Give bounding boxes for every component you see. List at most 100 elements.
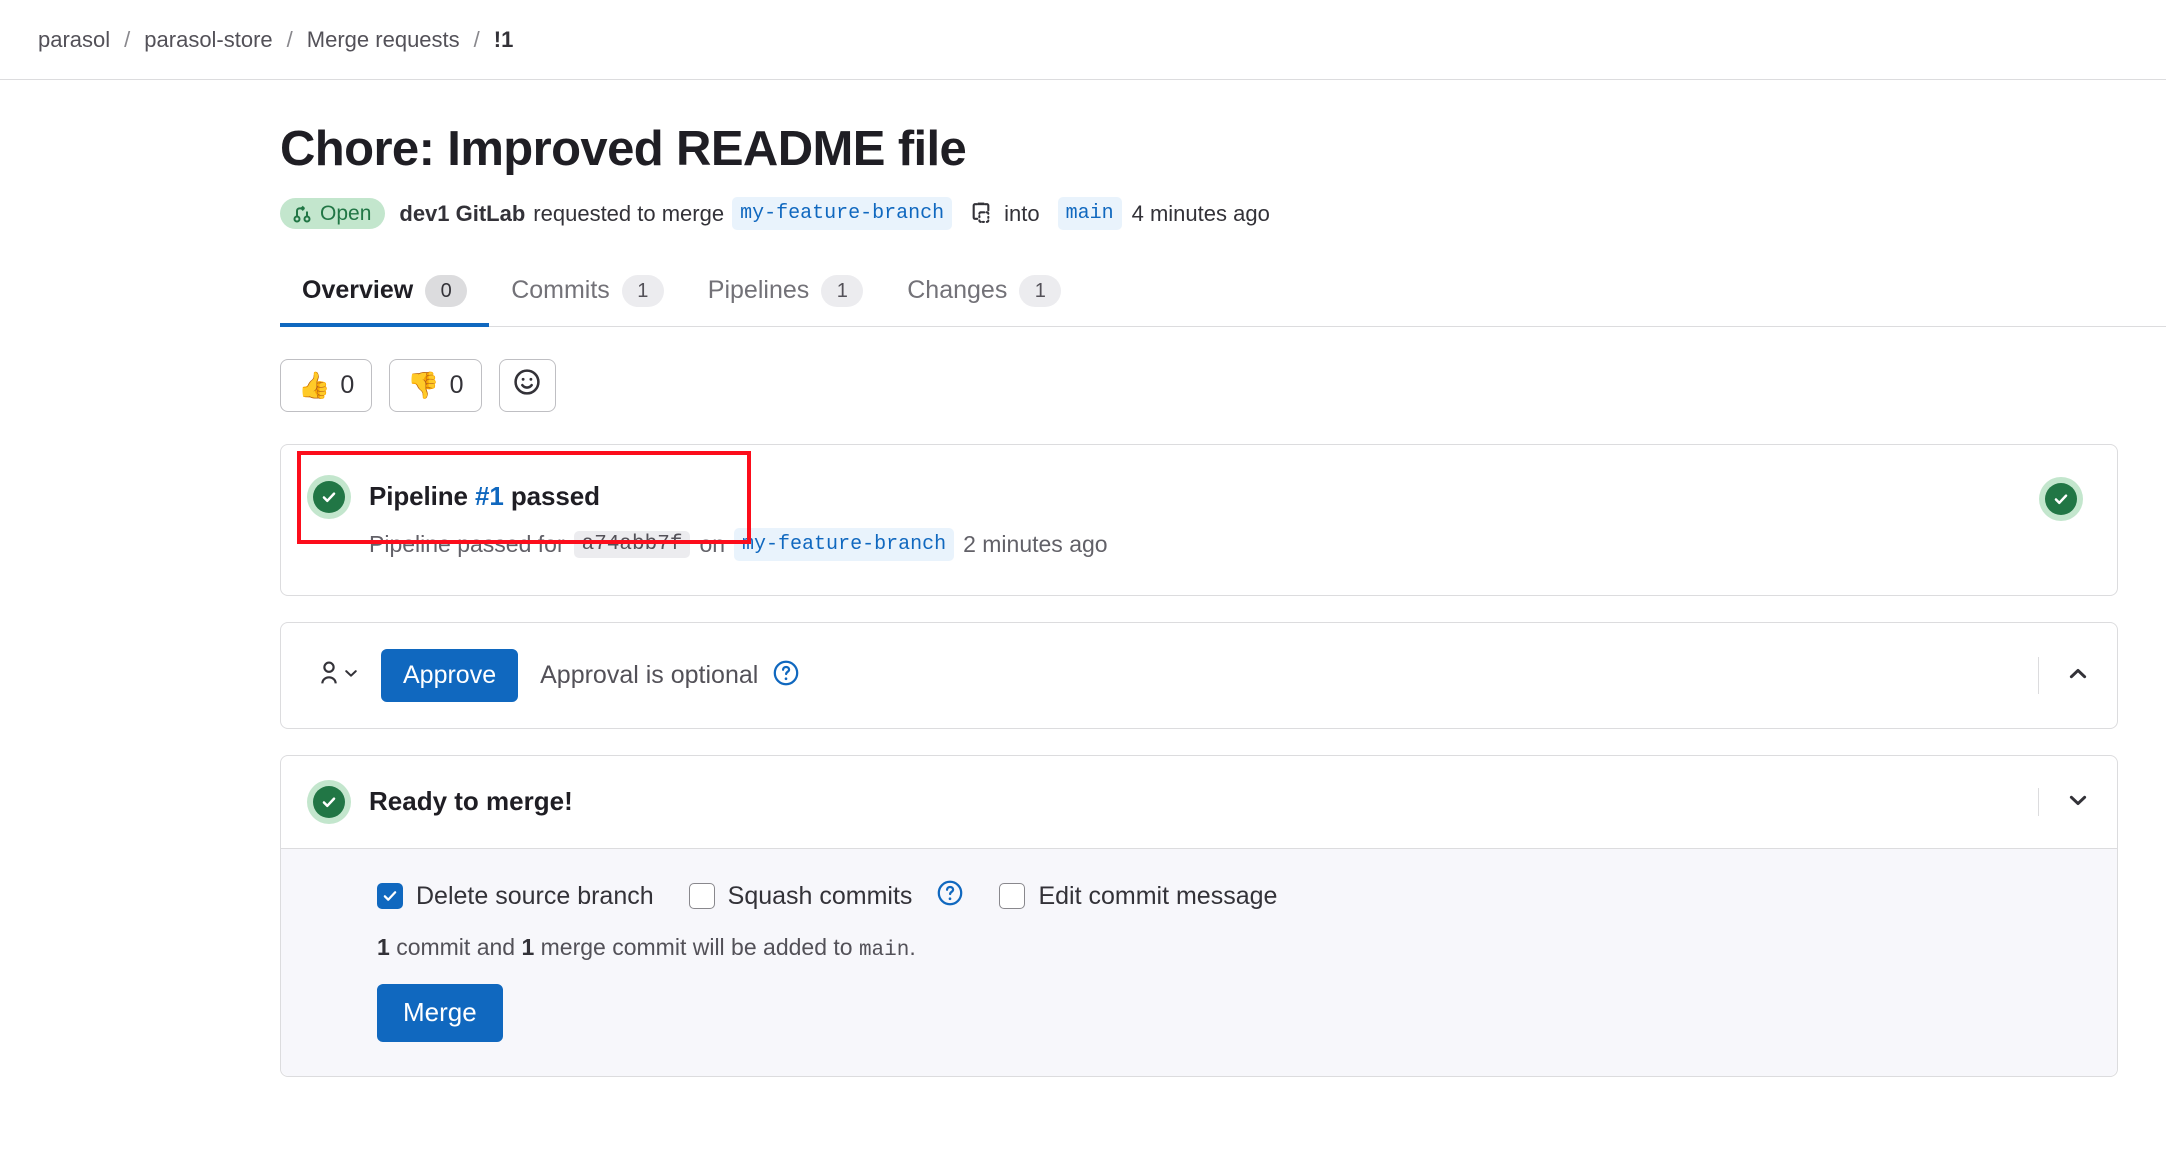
checkbox-box xyxy=(377,883,403,910)
pipeline-title-prefix: Pipeline xyxy=(369,481,468,512)
add-reaction-button[interactable] xyxy=(498,358,556,412)
chevron-down-icon xyxy=(2066,788,2090,815)
commit-note-text-2: merge commit will be added to xyxy=(540,933,853,960)
tab-count-badge: 0 xyxy=(425,274,468,307)
thumbs-down-icon: 👎 xyxy=(407,370,440,401)
pipeline-number-link[interactable]: #1 xyxy=(475,481,504,511)
chevron-up-icon xyxy=(2066,662,2090,689)
merge-button[interactable]: Merge xyxy=(377,983,503,1042)
merge-request-icon xyxy=(292,204,312,224)
breadcrumb-separator: / xyxy=(124,26,131,52)
breadcrumb-separator: / xyxy=(473,26,480,52)
page-title: Chore: Improved README file xyxy=(280,122,967,176)
pipeline-overall-success-icon xyxy=(2039,476,2083,521)
chevron-down-icon xyxy=(343,665,359,686)
pipeline-detail-prefix: Pipeline passed for xyxy=(369,530,565,557)
squash-commits-checkbox[interactable]: Squash commits xyxy=(688,879,965,914)
merge-commit-count: 1 xyxy=(521,933,535,960)
pipeline-body: Pipeline #1 passed Pipeline passed for a… xyxy=(281,445,2117,595)
status-badge: Open xyxy=(280,198,386,230)
collapse-merge-widget-button[interactable] xyxy=(2039,780,2117,824)
tab-commits[interactable]: Commits 1 xyxy=(489,267,686,327)
pipeline-status-card: Pipeline #1 passed Pipeline passed for a… xyxy=(280,443,2118,596)
tab-label: Pipelines xyxy=(707,276,810,305)
pipeline-title: Pipeline #1 passed xyxy=(369,481,600,512)
source-branch-chip[interactable]: my-feature-branch xyxy=(732,197,953,231)
into-text: into xyxy=(1004,200,1040,226)
tab-label: Commits xyxy=(511,276,610,305)
emoji-reactions: 👍 0 👎 0 xyxy=(280,358,2166,412)
breadcrumb-bar: parasol / parasol-store / Merge requests… xyxy=(0,0,2166,80)
commit-summary-note: 1 commit and 1 merge commit will be adde… xyxy=(377,934,2081,962)
commit-sha-chip[interactable]: a74abb7f xyxy=(573,530,691,558)
edit-commit-message-checkbox[interactable]: Edit commit message xyxy=(999,882,1277,911)
merge-form: Delete source branch Squash commits Edit… xyxy=(281,847,2117,1076)
breadcrumb-item-group[interactable]: parasol xyxy=(38,27,110,53)
target-branch-name: main xyxy=(858,938,910,962)
target-branch-chip[interactable]: main xyxy=(1057,197,1122,231)
question-mark-icon xyxy=(936,879,964,914)
pipeline-title-suffix: passed xyxy=(510,481,600,512)
tab-changes[interactable]: Changes 1 xyxy=(885,267,1083,327)
approve-button[interactable]: Approve xyxy=(381,648,519,702)
breadcrumb-item-current[interactable]: !1 xyxy=(494,27,514,53)
checkbox-label: Delete source branch xyxy=(416,881,654,910)
commit-note-period: . xyxy=(909,933,916,960)
checkbox-label: Edit commit message xyxy=(1038,881,1278,910)
reaction-thumbs-down-button[interactable]: 👎 0 xyxy=(389,358,482,412)
pipeline-timestamp: 2 minutes ago xyxy=(963,530,1108,557)
merge-widget-collapse-wrap xyxy=(2038,780,2117,824)
pipeline-branch-chip[interactable]: my-feature-branch xyxy=(734,527,955,561)
merge-request-tabs: Overview 0 Commits 1 Pipelines 1 Changes… xyxy=(280,267,2166,327)
thumbs-up-icon: 👍 xyxy=(298,370,331,401)
merge-options-row: Delete source branch Squash commits Edit… xyxy=(377,879,2081,914)
pipeline-header: Pipeline #1 passed xyxy=(307,474,2083,519)
status-badge-label: Open xyxy=(320,202,372,226)
merge-widget-card: Ready to merge! Delete source branch Squ… xyxy=(280,754,2118,1077)
question-mark-icon xyxy=(772,659,800,692)
delete-source-branch-checkbox[interactable]: Delete source branch xyxy=(377,882,654,911)
tab-label: Changes xyxy=(907,276,1008,305)
squash-commits-help-button[interactable] xyxy=(936,879,964,914)
tab-overview[interactable]: Overview 0 xyxy=(280,267,490,327)
commit-note-text-1: commit and xyxy=(396,933,516,960)
approval-status-text: Approval is optional xyxy=(540,660,759,689)
collapse-approval-button[interactable] xyxy=(2039,649,2117,702)
merge-request-meta: Open dev1 GitLab requested to merge my-f… xyxy=(280,197,2166,231)
checkbox-box xyxy=(688,883,715,910)
pipeline-detail: Pipeline passed for a74abb7f on my-featu… xyxy=(369,527,2083,561)
approval-card: Approve Approval is optional xyxy=(280,621,2118,729)
checkbox-label: Squash commits xyxy=(727,881,913,910)
clipboard-icon xyxy=(968,199,994,228)
tab-label: Overview xyxy=(302,276,414,305)
ready-to-merge-success-icon xyxy=(307,779,351,824)
pipeline-on-text: on xyxy=(699,530,726,557)
approval-collapse-wrap xyxy=(2038,649,2117,702)
smiley-face-icon xyxy=(512,367,542,404)
author-name[interactable]: dev1 GitLab xyxy=(399,201,525,227)
page-content: Chore: Improved README file Open dev1 Gi… xyxy=(0,122,2166,1077)
reaction-thumbs-up-button[interactable]: 👍 0 xyxy=(280,358,373,412)
tab-count-badge: 1 xyxy=(621,274,664,307)
checkbox-box xyxy=(999,883,1026,910)
merge-button-wrap: Merge xyxy=(377,983,2081,1042)
approval-help-button[interactable] xyxy=(772,659,800,692)
approvers-dropdown-button[interactable] xyxy=(317,660,359,691)
ready-to-merge-title: Ready to merge! xyxy=(369,786,573,817)
pipeline-success-icon xyxy=(307,474,351,519)
commit-count: 1 xyxy=(377,933,390,960)
tab-pipelines[interactable]: Pipelines 1 xyxy=(686,267,885,327)
reaction-count: 0 xyxy=(340,370,355,399)
breadcrumb-item-merge-requests[interactable]: Merge requests xyxy=(307,27,460,53)
approval-row: Approve Approval is optional xyxy=(281,623,2117,728)
breadcrumb-separator: / xyxy=(286,26,293,52)
tab-count-badge: 1 xyxy=(1019,274,1062,307)
tab-count-badge: 1 xyxy=(821,274,864,307)
created-timestamp: 4 minutes ago xyxy=(1131,200,1270,226)
breadcrumb: parasol / parasol-store / Merge requests… xyxy=(38,27,513,53)
copy-branch-name-button[interactable] xyxy=(964,197,998,231)
reaction-count: 0 xyxy=(449,370,464,399)
breadcrumb-item-project[interactable]: parasol-store xyxy=(144,27,272,53)
merge-widget-header: Ready to merge! xyxy=(281,756,2117,848)
merge-action-text: requested to merge xyxy=(533,200,725,226)
